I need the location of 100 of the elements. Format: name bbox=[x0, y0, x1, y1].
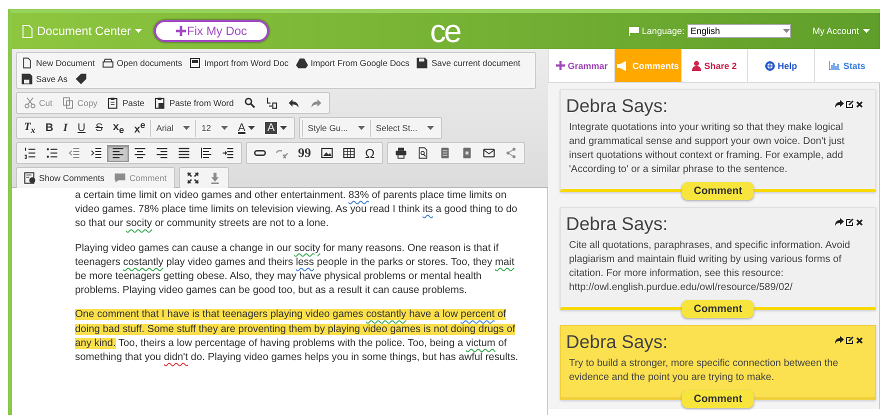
edit-icon[interactable] bbox=[846, 100, 854, 108]
plus-icon bbox=[176, 26, 186, 36]
undo-icon bbox=[288, 97, 300, 109]
expand-icon bbox=[186, 172, 199, 184]
comment-button[interactable]: Comment bbox=[682, 390, 754, 408]
tag-icon bbox=[74, 72, 87, 84]
plus-icon bbox=[556, 61, 565, 70]
caret-icon bbox=[358, 126, 365, 130]
clipboard-icon bbox=[154, 97, 166, 109]
caret-icon bbox=[427, 126, 434, 130]
comment-button[interactable]: Comment bbox=[682, 182, 754, 200]
edit-icon[interactable] bbox=[846, 336, 854, 344]
document-icon bbox=[438, 147, 451, 159]
align-left-button[interactable] bbox=[107, 144, 129, 162]
caret-icon bbox=[183, 126, 190, 130]
document-icon bbox=[22, 24, 33, 38]
lifebuoy-icon bbox=[764, 60, 775, 70]
replace-icon bbox=[266, 97, 278, 109]
bold-button[interactable]: B bbox=[40, 120, 58, 136]
text-color-button[interactable]: A bbox=[233, 120, 260, 136]
document-icon bbox=[21, 56, 33, 68]
search-icon bbox=[244, 97, 256, 109]
file-import-icon bbox=[189, 56, 202, 68]
preview-icon bbox=[416, 147, 429, 159]
superscript-button[interactable]: x$^{e}$ bbox=[129, 120, 150, 136]
tray-icon bbox=[102, 56, 114, 68]
redo-icon bbox=[310, 97, 322, 109]
forward-icon[interactable] bbox=[835, 218, 844, 226]
flag-icon bbox=[628, 26, 639, 36]
quote-button[interactable]: 99 bbox=[293, 144, 316, 162]
clipboard-icon bbox=[107, 97, 120, 109]
table-icon bbox=[343, 147, 355, 159]
close-icon[interactable] bbox=[856, 218, 863, 226]
align-right-icon bbox=[156, 147, 168, 159]
link-icon bbox=[254, 147, 266, 159]
dropdown[interactable]: 12 bbox=[195, 120, 234, 136]
caret-icon bbox=[783, 29, 790, 33]
menu-item[interactable]: Save current document bbox=[416, 55, 520, 70]
clear-format-button[interactable]: T$_{x}$ bbox=[19, 120, 40, 136]
close-icon[interactable] bbox=[856, 336, 863, 344]
person-icon bbox=[692, 60, 702, 70]
menu-item[interactable]: New Document bbox=[21, 55, 95, 70]
paste-button[interactable]: Paste bbox=[102, 94, 150, 112]
justify-icon bbox=[178, 147, 190, 159]
comment-button[interactable]: Comment bbox=[682, 300, 754, 318]
fix-my-doc-button[interactable]: Fix My Doc bbox=[154, 20, 270, 42]
language-select[interactable]: English bbox=[687, 24, 792, 38]
strike-button[interactable]: S bbox=[90, 120, 108, 136]
comment-author: Debra Says: bbox=[566, 212, 668, 236]
text-direction-icon bbox=[222, 147, 234, 159]
dropdown[interactable]: Arial bbox=[150, 120, 196, 136]
outdent-icon bbox=[68, 147, 80, 159]
underline-button[interactable]: U bbox=[72, 120, 90, 136]
menu-item[interactable]: Import from Word Doc bbox=[189, 55, 289, 70]
forward-icon[interactable] bbox=[835, 336, 844, 344]
comment-text: Cite all quotations, paraphrases, and specific information. Avoid plagiarism and maintain fluid writing by using various forms of citation. For more information, see this resource: http://owl.english.purdue.edu/owl/resource/589/02/ bbox=[568, 239, 852, 295]
paragraph: a certain time limit on video games and other entertainment. 83% of parents place time limits on video games. 78% place time limits on television viewing. As you read I think its a good thing to do so that our socity or community streets are not to a lone. bbox=[75, 189, 518, 232]
comment-text: Integrate quotations into your writing so that they make logical and grammatical sense and support your own voice. Don't just insert quotations without context or framing. For example, add 'According to' or a similar phrase to the sentence. bbox=[568, 121, 846, 177]
language-label: Language: bbox=[642, 26, 684, 36]
scissors-icon bbox=[24, 97, 36, 109]
caret-icon bbox=[248, 126, 256, 130]
caret-icon bbox=[221, 126, 228, 130]
bullet-list-icon bbox=[46, 147, 58, 159]
unlink-icon bbox=[276, 147, 288, 159]
comments-list-icon bbox=[24, 172, 36, 184]
speech-bubble-icon bbox=[114, 172, 126, 184]
subscript-button[interactable]: x$_{e}$ bbox=[108, 120, 130, 136]
tag-button[interactable] bbox=[74, 71, 87, 86]
italic-button[interactable]: I bbox=[58, 120, 73, 136]
align-center-icon bbox=[134, 147, 146, 159]
close-icon[interactable] bbox=[856, 100, 863, 108]
numbered-list-icon bbox=[24, 147, 36, 159]
edit-icon[interactable] bbox=[846, 218, 854, 226]
menu-item[interactable]: Open documents bbox=[102, 55, 182, 70]
align-left-icon bbox=[112, 147, 124, 159]
printer-icon bbox=[394, 147, 407, 159]
block-indent-icon bbox=[200, 147, 212, 159]
paragraph: Playing video games can cause a change in our socity for many reasons. One reason is that if teenagers costantly play video games and theirs less people in the parks or stores. Too, they mait be more teenagers getting obese. Also, they may have physical problems or mental health problems. Playing video games can be good too, but as a result it can cause problems. bbox=[75, 242, 516, 298]
forward-icon[interactable] bbox=[835, 100, 844, 108]
download-icon bbox=[208, 172, 221, 184]
comment-author: Debra Says: bbox=[566, 94, 668, 118]
indent-icon bbox=[90, 147, 102, 159]
paste-word-button[interactable]: Paste from Word bbox=[149, 94, 239, 112]
caret-icon bbox=[135, 29, 142, 33]
bg-color-button[interactable]: A bbox=[260, 120, 292, 136]
comment-author: Debra Says: bbox=[566, 330, 668, 354]
menu-item[interactable]: Import From Google Docs bbox=[296, 55, 410, 70]
comment-text: Try to build a stronger, more specific connection between the evidence and the point you are trying to make. bbox=[568, 357, 840, 385]
caret-icon bbox=[280, 126, 287, 130]
special-button[interactable]: Ω bbox=[360, 144, 380, 162]
document-icon bbox=[460, 147, 473, 159]
show-comments-button[interactable]: Show Comments bbox=[19, 170, 110, 186]
copy-icon bbox=[62, 97, 74, 109]
caret-icon bbox=[863, 29, 870, 33]
dropdown[interactable]: Select St... bbox=[370, 120, 440, 136]
menu-item[interactable]: Save As bbox=[21, 71, 68, 86]
envelope-icon bbox=[482, 147, 495, 159]
logo: ce bbox=[430, 13, 460, 49]
dropdown[interactable]: Style Gu... bbox=[302, 120, 370, 136]
share-icon bbox=[504, 147, 517, 159]
